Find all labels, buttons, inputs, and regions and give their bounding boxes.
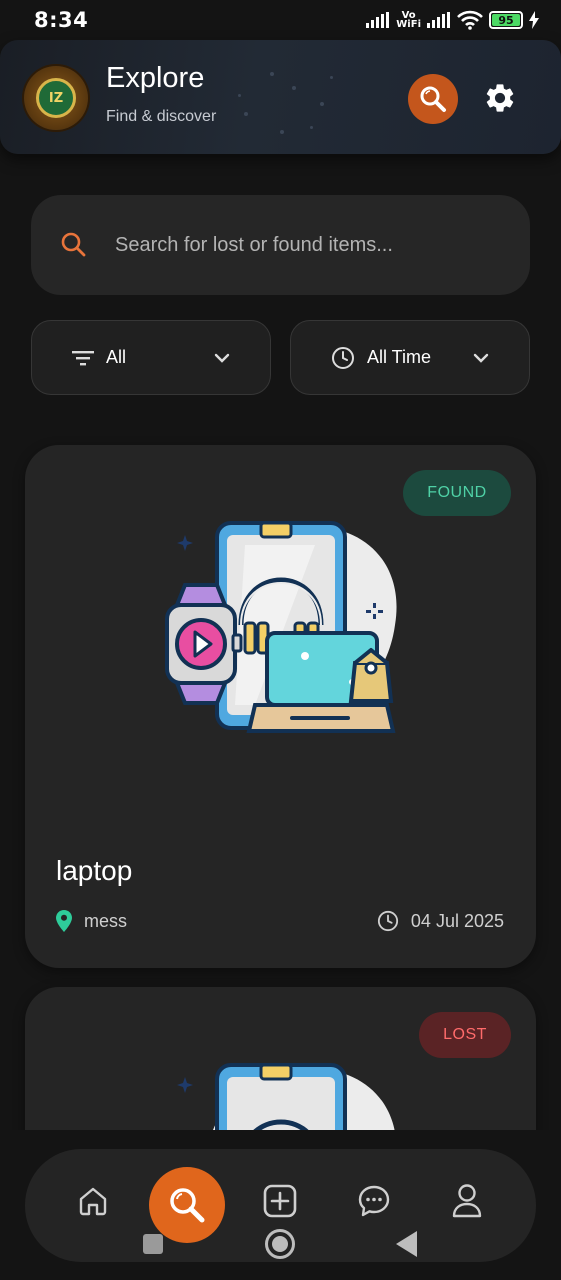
page-subtitle: Find & discover [106, 108, 217, 125]
profile-icon [452, 1184, 482, 1218]
status-bar: 8:34 Vo WiFi 95 [0, 0, 561, 40]
header-search-button[interactable] [408, 74, 458, 124]
back-button[interactable] [396, 1231, 417, 1257]
settings-button[interactable] [478, 76, 522, 120]
vowifi-indicator: Vo WiFi [396, 11, 421, 30]
charging-icon [529, 11, 539, 29]
avatar-logo: IZ [36, 78, 76, 118]
signal-icon [366, 12, 390, 28]
search-icon [420, 86, 446, 112]
home-icon [79, 1187, 107, 1216]
status-badge: LOST [419, 1012, 511, 1058]
recents-button[interactable] [143, 1234, 163, 1254]
nav-profile[interactable] [447, 1181, 487, 1221]
item-meta: mess 04 Jul 2025 [56, 910, 504, 932]
search-icon [61, 232, 86, 257]
gear-icon [486, 84, 514, 112]
item-card[interactable]: FOUND laptop mess 04 Jul 2025 [25, 445, 536, 968]
avatar[interactable]: IZ [24, 66, 88, 130]
home-button[interactable] [265, 1229, 295, 1259]
search-input[interactable] [115, 233, 495, 257]
item-date-text: 04 Jul 2025 [410, 910, 504, 931]
chevron-down-icon [214, 353, 230, 363]
decorative-dots [230, 64, 340, 144]
page-title: Explore [106, 62, 205, 94]
signal-icon-2 [427, 12, 450, 28]
add-icon [263, 1184, 297, 1218]
vowifi-bottom: WiFi [396, 19, 421, 30]
clock-icon [332, 346, 354, 369]
battery-icon: 95 [489, 11, 523, 29]
lost-items-illustration [165, 521, 397, 733]
status-icons: Vo WiFi 95 [366, 10, 539, 30]
search-bar[interactable] [31, 195, 530, 295]
clock-icon [377, 910, 399, 932]
search-icon [170, 1188, 205, 1223]
status-time: 8:34 [34, 8, 89, 32]
time-filter-label: All Time [367, 347, 432, 367]
status-badge: FOUND [403, 470, 511, 516]
item-location-text: mess [84, 910, 128, 931]
type-filter-label: All [106, 347, 127, 367]
chat-icon [358, 1185, 390, 1217]
type-filter-dropdown[interactable]: All [31, 320, 271, 395]
nav-chat[interactable] [354, 1181, 394, 1221]
system-navigation-bar [0, 1228, 561, 1259]
nav-add[interactable] [260, 1181, 300, 1221]
item-title: laptop [56, 855, 133, 886]
time-filter-dropdown[interactable]: All Time [290, 320, 530, 395]
wifi-icon [457, 10, 483, 30]
app-header: IZ Explore Find & discover [0, 40, 561, 154]
location-pin-icon [56, 910, 72, 932]
item-location: mess [56, 910, 127, 932]
battery-level: 95 [498, 13, 514, 27]
nav-home[interactable] [73, 1181, 113, 1221]
chevron-down-icon [473, 353, 489, 363]
filter-icon [72, 350, 94, 365]
item-date: 04 Jul 2025 [377, 910, 504, 932]
